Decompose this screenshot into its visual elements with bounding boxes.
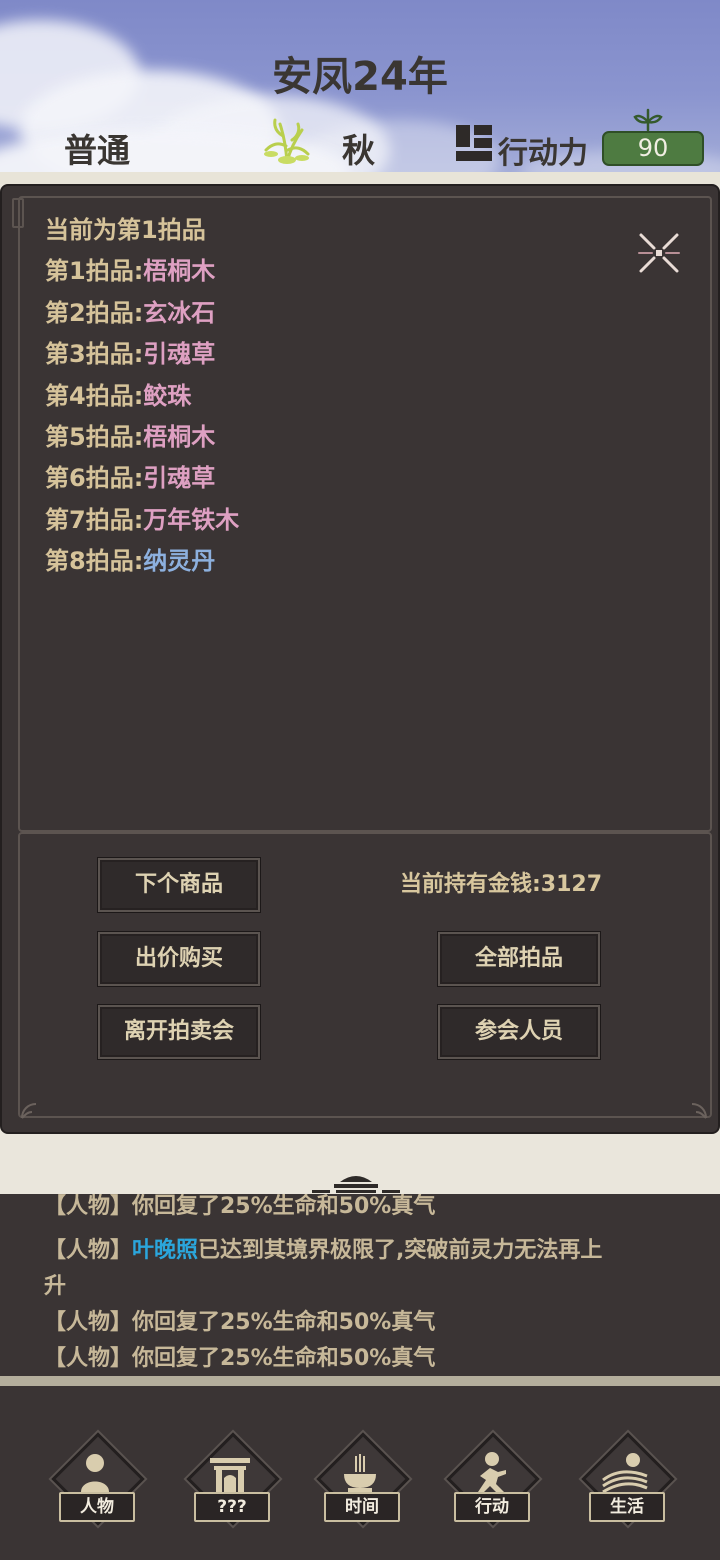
sprout-icon — [633, 108, 663, 132]
year-title: 安凤24年 — [272, 54, 448, 100]
list-item: 第8拍品:纳灵丹 — [45, 541, 239, 582]
list-item: 第1拍品:梧桐木 — [45, 251, 239, 292]
item-name: 万年铁木 — [143, 505, 240, 534]
nav-label: 行动 — [454, 1492, 530, 1522]
character-name-link[interactable]: 叶晚照 — [132, 1238, 198, 1263]
list-item: 第7拍品:万年铁木 — [45, 500, 239, 541]
item-prefix: 第3拍品: — [45, 340, 144, 369]
bid-button[interactable]: 出价购买 — [98, 932, 260, 986]
nav-label: 人物 — [59, 1492, 135, 1522]
season-label: 秋 — [342, 131, 375, 170]
item-name: 鲛珠 — [143, 381, 192, 410]
nav-label: 生活 — [589, 1492, 665, 1522]
log-divider — [0, 1134, 720, 1194]
action-points-value: 90 — [602, 131, 704, 166]
log-entry: 【人物】叶晚照已达到其境界极限了,突破前灵力无法再上 — [44, 1232, 602, 1264]
item-name: 引魂草 — [143, 340, 216, 369]
all-items-button[interactable]: 全部拍品 — [438, 932, 600, 986]
list-item: 第6拍品:引魂草 — [45, 458, 239, 499]
log-text: 已达到其境界极限了,突破前灵力无法再上 — [198, 1238, 603, 1263]
attendees-button[interactable]: 参会人员 — [438, 1005, 600, 1059]
nav-label: ??? — [194, 1492, 270, 1522]
action-points-label: 行动力 — [498, 136, 588, 171]
item-name: 梧桐木 — [143, 422, 216, 451]
nav-label: 时间 — [324, 1492, 400, 1522]
nav-unknown-button[interactable]: ??? — [180, 1432, 280, 1526]
log-entry: 【人物】你回复了25%生命和50%真气 — [44, 1310, 436, 1335]
log-entry-wrap: 升 — [44, 1274, 67, 1299]
item-prefix: 第8拍品: — [45, 547, 144, 576]
top-status-bar: 安凤24年 普通 秋 行动力 90 — [0, 0, 720, 172]
season-plant-icon — [264, 118, 310, 164]
item-prefix: 第6拍品: — [45, 464, 144, 493]
log-entry: 【人物】你回复了25%生命和50%真气 — [44, 1346, 436, 1371]
item-name: 梧桐木 — [143, 257, 216, 286]
nav-time-button[interactable]: 时间 — [310, 1432, 410, 1526]
corner-ornament-icon — [691, 1103, 707, 1119]
nav-character-button[interactable]: 人物 — [45, 1432, 145, 1526]
current-item-status: 当前为第1拍品 — [45, 216, 206, 244]
landscape-icon — [602, 1453, 648, 1494]
nav-life-button[interactable]: 生活 — [575, 1432, 675, 1526]
incense-burner-icon — [344, 1454, 376, 1492]
log-bottom-divider — [0, 1376, 720, 1386]
item-prefix: 第7拍品: — [45, 505, 144, 534]
log-entry: 【人物】你回复了25%生命和50%真气 — [44, 1194, 436, 1219]
auction-panel: 当前为第1拍品 第1拍品:梧桐木 第2拍品:玄冰石 第3拍品:引魂草 第4拍品:… — [0, 184, 720, 1134]
close-icon[interactable] — [636, 230, 682, 276]
next-item-button[interactable]: 下个商品 — [98, 858, 260, 912]
auction-items: 当前为第1拍品 第1拍品:梧桐木 第2拍品:玄冰石 第3拍品:引魂草 第4拍品:… — [45, 210, 239, 583]
item-prefix: 第2拍品: — [45, 298, 144, 327]
item-name: 玄冰石 — [143, 298, 216, 327]
walking-person-icon — [478, 1452, 506, 1492]
corner-ornament-icon — [21, 1103, 37, 1119]
item-prefix: 第5拍品: — [45, 422, 144, 451]
gate-icon — [210, 1458, 250, 1492]
collapse-handle-icon[interactable] — [310, 1168, 402, 1194]
list-item: 第2拍品:玄冰石 — [45, 293, 239, 334]
list-item: 第5拍品:梧桐木 — [45, 417, 239, 458]
action-points-icon — [456, 125, 492, 161]
item-prefix: 第1拍品: — [45, 257, 144, 286]
current-money: 当前持有金钱:3127 — [400, 872, 603, 897]
item-name: 引魂草 — [143, 464, 216, 493]
log-tag: 【人物】 — [44, 1238, 133, 1263]
event-log[interactable]: 【人物】你回复了25%生命和50%真气 【人物】叶晚照已达到其境界极限了,突破前… — [0, 1194, 720, 1376]
list-item: 第3拍品:引魂草 — [45, 334, 239, 375]
item-name: 纳灵丹 — [143, 547, 216, 576]
leave-auction-button[interactable]: 离开拍卖会 — [98, 1005, 260, 1059]
nav-action-button[interactable]: 行动 — [440, 1432, 540, 1526]
person-icon — [81, 1454, 109, 1492]
item-prefix: 第4拍品: — [45, 381, 144, 410]
header-divider — [0, 172, 720, 184]
difficulty-label: 普通 — [64, 131, 130, 170]
list-item: 第4拍品:鲛珠 — [45, 376, 239, 417]
